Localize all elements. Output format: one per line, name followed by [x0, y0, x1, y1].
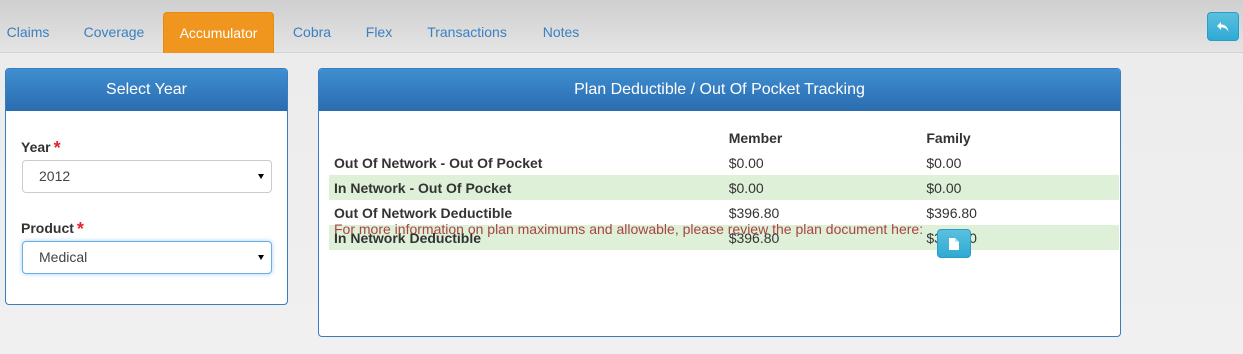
family-value: $0.00: [926, 154, 962, 171]
tab-bar: Claims Coverage Accumulator Cobra Flex T…: [0, 0, 1243, 53]
table-row: In Network - Out Of Pocket $0.00 $0.00: [329, 175, 1119, 200]
column-header-member: Member: [728, 129, 783, 146]
member-value: $0.00: [723, 175, 922, 200]
plan-info-text: For more information on plan maximums an…: [334, 221, 924, 237]
tab-transactions[interactable]: Transactions: [418, 12, 516, 53]
tab-coverage[interactable]: Coverage: [75, 12, 153, 53]
tab-notes[interactable]: Notes: [532, 12, 590, 53]
tracking-title: Plan Deductible / Out Of Pocket Tracking: [319, 69, 1120, 111]
product-select-value: Medical: [39, 249, 88, 265]
back-button[interactable]: [1207, 12, 1239, 41]
year-label: Year: [21, 139, 51, 155]
required-marker: *: [76, 219, 84, 239]
member-value: $0.00: [728, 154, 764, 171]
chevron-down-icon: [258, 174, 264, 179]
product-label-group: Product *: [21, 217, 84, 239]
product-select[interactable]: Medical: [22, 241, 272, 274]
column-header-family: Family: [926, 129, 971, 146]
required-marker: *: [53, 138, 61, 158]
tracking-panel: Plan Deductible / Out Of Pocket Tracking…: [318, 68, 1121, 337]
chevron-down-icon: [258, 255, 264, 260]
reply-icon: [1217, 21, 1229, 32]
family-value: $0.00: [921, 175, 1119, 200]
year-select-value: 2012: [39, 168, 71, 184]
tab-accumulator[interactable]: Accumulator: [163, 12, 274, 53]
table-header-row: Member Family: [329, 125, 1119, 150]
plan-document-button[interactable]: [937, 229, 971, 258]
row-label: Out Of Network - Out Of Pocket: [334, 154, 543, 171]
family-value: $396.80: [926, 204, 977, 221]
tab-flex[interactable]: Flex: [355, 12, 403, 53]
row-label: In Network - Out Of Pocket: [329, 175, 724, 200]
year-label-group: Year *: [21, 136, 61, 158]
product-label: Product: [21, 220, 74, 236]
column-header-label: [329, 125, 724, 150]
tab-cobra[interactable]: Cobra: [283, 12, 341, 53]
file-icon: [949, 237, 959, 250]
tab-claims[interactable]: Claims: [0, 12, 56, 53]
year-select[interactable]: 2012: [22, 160, 272, 193]
select-year-title: Select Year: [6, 69, 287, 111]
select-year-panel: Select Year Year * 2012 Product * Medical: [5, 68, 288, 305]
table-row: Out Of Network - Out Of Pocket $0.00 $0.…: [329, 150, 1119, 175]
